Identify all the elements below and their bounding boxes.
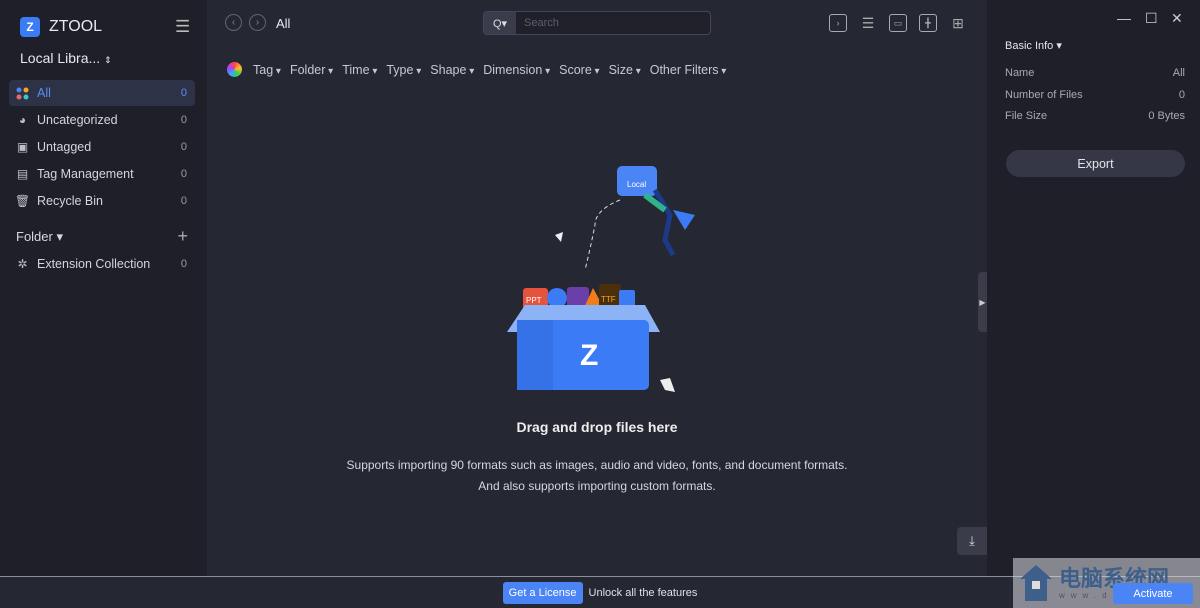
filter-bar: Tag Folder Time Type Shape Dimension Sco… xyxy=(227,62,726,77)
item-count: 0 xyxy=(180,87,187,99)
sidebar-item-uncategorized[interactable]: ◕ Uncategorized 0 xyxy=(9,107,195,133)
sidebar-item-label: Tag Management xyxy=(37,167,134,181)
back-button[interactable]: ‹ xyxy=(225,14,242,31)
basic-info-toggle[interactable]: Basic Info ▾ xyxy=(1005,39,1062,52)
item-count: 0 xyxy=(180,114,187,126)
filter-shape[interactable]: Shape xyxy=(430,63,474,77)
get-license-button[interactable]: Get a License xyxy=(502,581,583,604)
folder-toggle[interactable]: Folder ▾ xyxy=(16,229,63,245)
extension-icon: ✲ xyxy=(17,257,28,271)
breadcrumb: All xyxy=(276,16,291,31)
filter-score[interactable]: Score xyxy=(559,63,599,77)
info-value: 0 xyxy=(1178,89,1185,101)
expand-panel-handle[interactable]: ▶ xyxy=(978,272,987,332)
sidebar-item-label: Recycle Bin xyxy=(37,194,103,208)
toggle-panel-icon[interactable]: › xyxy=(829,14,847,32)
filter-tag[interactable]: Tag xyxy=(253,63,281,77)
import-icon[interactable]: ⤓ xyxy=(957,527,987,555)
sidebar: Z ZTOOL ☰ Local Libra... ⇕ All 0 ◕ Uncateg… xyxy=(0,0,207,576)
hamburger-menu-icon[interactable]: ☰ xyxy=(175,17,190,37)
sidebar-item-label: Uncategorized xyxy=(37,113,118,127)
info-value: All xyxy=(1172,67,1185,79)
svg-text:TTF: TTF xyxy=(601,295,616,304)
info-row-files: Number of Files 0 xyxy=(1005,89,1185,101)
house-logo-icon xyxy=(1020,565,1052,601)
sort-icon[interactable]: ☰ xyxy=(859,14,877,32)
sidebar-item-all[interactable]: All 0 xyxy=(9,80,195,106)
app-logo: Z ZTOOL xyxy=(20,17,102,37)
library-selector[interactable]: Local Libra... ⇕ xyxy=(20,50,112,66)
drop-line-2: And also supports importing custom forma… xyxy=(478,479,716,493)
info-key: Name xyxy=(1005,67,1035,79)
search-input[interactable] xyxy=(516,17,710,29)
maximize-icon[interactable]: ☐ xyxy=(1145,10,1158,27)
monitor-icon[interactable]: ▭ xyxy=(889,14,907,32)
info-key: Number of Files xyxy=(1005,89,1083,101)
svg-text:Z: Z xyxy=(580,339,598,372)
ztool-logo-icon: Z xyxy=(20,17,40,37)
library-name: Local Libra... xyxy=(20,50,101,66)
item-count: 0 xyxy=(180,168,187,180)
drop-description: Supports importing 90 formats such as im… xyxy=(207,455,987,497)
main-area: ‹ › All Q▾ › ☰ ▭ ╋ ⊞ Tag Folder Time Typ… xyxy=(207,0,987,576)
filter-type[interactable]: Type xyxy=(386,63,421,77)
sidebar-item-tag-management[interactable]: ▤ Tag Management 0 xyxy=(9,161,195,187)
svg-text:PPT: PPT xyxy=(526,296,542,305)
bookmark-icon: ▣ xyxy=(16,140,29,154)
item-count: 0 xyxy=(180,258,187,270)
pie-icon: ◕ xyxy=(18,113,27,127)
empty-state-illustration: Local PPT TTF Z xyxy=(507,166,695,392)
forward-button[interactable]: › xyxy=(249,14,266,31)
sidebar-item-label: Untagged xyxy=(37,140,92,154)
item-count: 0 xyxy=(180,141,187,153)
drop-line-1: Supports importing 90 formats such as im… xyxy=(346,458,848,472)
grid-dots-icon xyxy=(16,87,29,100)
info-key: File Size xyxy=(1005,110,1048,122)
thumbnail-grid-icon[interactable]: ⊞ xyxy=(949,14,967,32)
sidebar-item-recycle-bin[interactable]: 🗑 Recycle Bin 0 xyxy=(9,188,195,214)
sidebar-item-label: All xyxy=(37,86,51,100)
filter-other[interactable]: Other Filters xyxy=(650,63,727,77)
trash-icon: 🗑 xyxy=(14,194,31,208)
export-button[interactable]: Export xyxy=(1006,150,1185,177)
color-filter-icon[interactable] xyxy=(227,62,242,77)
info-row-size: File Size 0 Bytes xyxy=(1005,110,1185,122)
item-count: 0 xyxy=(180,195,187,207)
tag-list-icon: ▤ xyxy=(16,167,29,181)
app-name: ZTOOL xyxy=(49,18,103,35)
filter-folder[interactable]: Folder xyxy=(290,63,333,77)
activate-button[interactable]: Activate xyxy=(1113,583,1193,604)
sidebar-item-label: Extension Collection xyxy=(37,257,151,271)
search-box: Q▾ xyxy=(483,11,711,35)
info-panel: — ☐ ✕ Basic Info ▾ Name All Number of Fil… xyxy=(987,0,1200,576)
filter-time[interactable]: Time xyxy=(342,63,377,77)
layout-grid-icon[interactable]: ╋ xyxy=(919,14,937,32)
nav-list: All 0 ◕ Uncategorized 0 ▣ Untagged 0 ▤ Tag Man… xyxy=(9,80,195,215)
add-folder-icon[interactable]: + xyxy=(177,227,188,245)
search-mode-button[interactable]: Q▾ xyxy=(484,12,516,34)
info-value: 0 Bytes xyxy=(1148,110,1185,122)
unlock-text: Unlock all the features xyxy=(588,586,698,599)
filter-dimension[interactable]: Dimension xyxy=(483,63,550,77)
minimize-icon[interactable]: — xyxy=(1117,10,1131,26)
filter-size[interactable]: Size xyxy=(609,63,641,77)
svg-text:Local: Local xyxy=(627,180,646,189)
drop-title: Drag and drop files here xyxy=(516,419,678,435)
view-toolbar: › ☰ ▭ ╋ ⊞ xyxy=(829,14,967,32)
sort-updown-icon: ⇕ xyxy=(104,55,112,65)
folder-section-header: Folder ▾ + xyxy=(16,227,188,245)
close-icon[interactable]: ✕ xyxy=(1171,10,1183,27)
sidebar-item-extension-collection[interactable]: ✲ Extension Collection 0 xyxy=(9,251,195,277)
info-row-name: Name All xyxy=(1005,67,1185,79)
sidebar-item-untagged[interactable]: ▣ Untagged 0 xyxy=(9,134,195,160)
